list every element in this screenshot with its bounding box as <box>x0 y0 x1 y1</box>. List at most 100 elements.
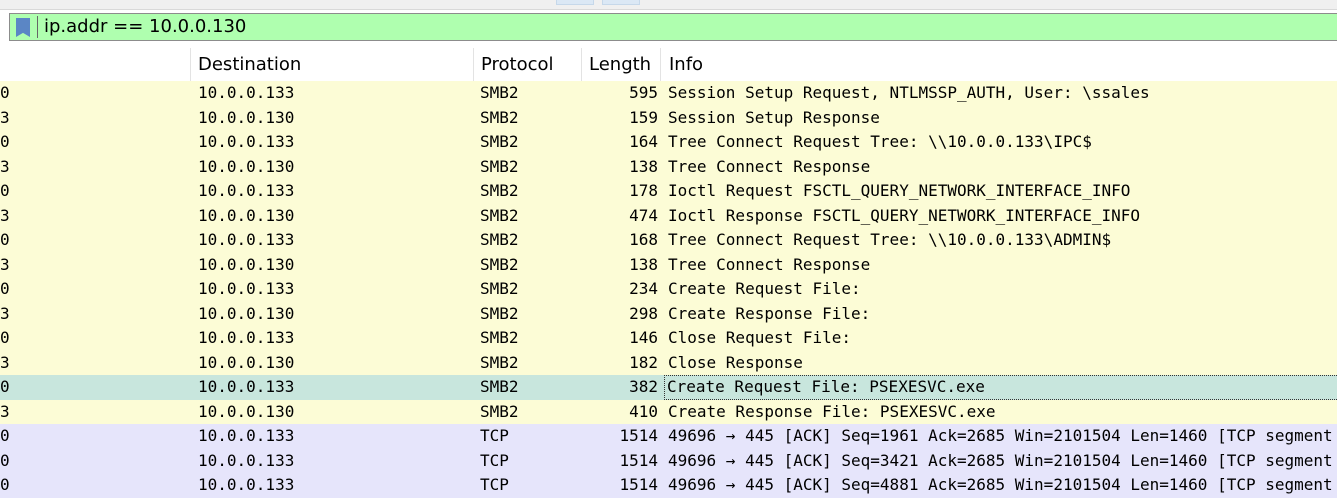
column-header-length[interactable]: Length <box>589 48 651 81</box>
source-cell: 0 <box>0 181 10 200</box>
source-cell: 0 <box>0 426 10 445</box>
source-cell: 0 <box>0 83 10 102</box>
source-cell: 0 <box>0 230 10 249</box>
length-cell: 1514 <box>619 426 658 445</box>
packet-list-header: Destination Protocol Length Info <box>0 48 1337 81</box>
destination-cell: 10.0.0.130 <box>198 352 295 372</box>
length-cell: 138 <box>629 156 658 176</box>
protocol-cell: SMB2 <box>480 230 519 249</box>
table-row[interactable]: 0 10.0.0.133 SMB2 595 Session Setup Request,… <box>0 81 1337 106</box>
protocol-cell: SMB2 <box>480 303 519 323</box>
length-cell: 146 <box>629 328 658 347</box>
info-cell: Close Request File: <box>668 328 852 347</box>
source-cell: 0 <box>0 377 10 396</box>
destination-cell: 10.0.0.133 <box>198 181 295 200</box>
protocol-cell: SMB2 <box>480 377 519 396</box>
destination-cell: 10.0.0.133 <box>198 328 295 347</box>
destination-cell: 10.0.0.130 <box>198 205 295 225</box>
table-row[interactable]: 3 10.0.0.130 SMB2 474 Ioctl Response FSCTL_Q… <box>0 203 1337 228</box>
column-divider[interactable] <box>190 48 191 81</box>
source-cell: 0 <box>0 328 10 347</box>
info-cell: Create Response File: <box>668 303 871 323</box>
source-cell: 0 <box>0 279 10 298</box>
protocol-cell: SMB2 <box>480 279 519 298</box>
toolbar-strip <box>0 0 1337 10</box>
destination-cell: 10.0.0.133 <box>198 230 295 249</box>
protocol-cell: TCP <box>480 450 509 470</box>
column-header-protocol[interactable]: Protocol <box>481 48 554 81</box>
length-cell: 382 <box>629 377 658 396</box>
table-row[interactable]: 3 10.0.0.130 SMB2 138 Tree Connect Response <box>0 252 1337 277</box>
destination-cell: 10.0.0.130 <box>198 156 295 176</box>
table-row[interactable]: 0 10.0.0.133 SMB2 146 Close Request File: <box>0 326 1337 351</box>
column-divider[interactable] <box>660 48 661 81</box>
info-cell: Ioctl Request FSCTL_QUERY_NETWORK_INTERF… <box>668 181 1131 200</box>
protocol-cell: SMB2 <box>480 205 519 225</box>
destination-cell: 10.0.0.130 <box>198 254 295 274</box>
source-cell: 3 <box>0 352 10 372</box>
protocol-cell: SMB2 <box>480 107 519 127</box>
table-row[interactable]: 0 10.0.0.133 TCP 1514 49696 → 445 [ACK] Seq=… <box>0 473 1337 498</box>
table-row[interactable]: 0 10.0.0.133 TCP 1514 49696 → 445 [ACK] Seq=… <box>0 448 1337 473</box>
info-cell: Create Request File: PSEXESVC.exe <box>664 375 1337 400</box>
table-row[interactable]: 0 10.0.0.133 SMB2 168 Tree Connect Request T… <box>0 228 1337 253</box>
bookmark-icon[interactable] <box>16 18 30 37</box>
info-cell: 49696 → 445 [ACK] Seq=3421 Ack=2685 Win=… <box>668 450 1337 470</box>
length-cell: 298 <box>629 303 658 323</box>
table-row[interactable]: 3 10.0.0.130 SMB2 138 Tree Connect Response <box>0 154 1337 179</box>
column-header-destination[interactable]: Destination <box>198 48 301 81</box>
info-cell: 49696 → 445 [ACK] Seq=1961 Ack=2685 Win=… <box>668 426 1337 445</box>
source-cell: 3 <box>0 303 10 323</box>
length-cell: 234 <box>629 279 658 298</box>
destination-cell: 10.0.0.133 <box>198 83 295 102</box>
protocol-cell: TCP <box>480 426 509 445</box>
table-row[interactable]: 0 10.0.0.133 SMB2 234 Create Request File: <box>0 277 1337 302</box>
length-cell: 138 <box>629 254 658 274</box>
length-cell: 159 <box>629 107 658 127</box>
column-divider[interactable] <box>473 48 474 81</box>
table-row[interactable]: 3 10.0.0.130 SMB2 298 Create Response File: <box>0 301 1337 326</box>
info-cell: Session Setup Request, NTLMSSP_AUTH, Use… <box>668 83 1150 102</box>
column-header-info[interactable]: Info <box>669 48 703 81</box>
table-row[interactable]: 3 10.0.0.130 SMB2 159 Session Setup Response <box>0 105 1337 130</box>
info-cell: Tree Connect Response <box>668 156 871 176</box>
source-cell: 3 <box>0 401 10 421</box>
destination-cell: 10.0.0.133 <box>198 475 295 494</box>
toolbar-button[interactable] <box>602 0 640 5</box>
destination-cell: 10.0.0.133 <box>198 377 295 396</box>
length-cell: 168 <box>629 230 658 249</box>
destination-cell: 10.0.0.133 <box>198 426 295 445</box>
length-cell: 410 <box>629 401 658 421</box>
source-cell: 3 <box>0 205 10 225</box>
source-cell: 0 <box>0 132 10 151</box>
protocol-cell: SMB2 <box>480 83 519 102</box>
info-cell: Create Request File: <box>668 279 861 298</box>
table-row[interactable]: 0 10.0.0.133 SMB2 164 Tree Connect Request T… <box>0 130 1337 155</box>
info-cell: Tree Connect Request Tree: \\10.0.0.133\… <box>668 230 1112 249</box>
destination-cell: 10.0.0.133 <box>198 132 295 151</box>
length-cell: 1514 <box>619 475 658 494</box>
info-cell: Session Setup Response <box>668 107 880 127</box>
info-cell: Create Response File: PSEXESVC.exe <box>668 401 996 421</box>
table-row-selected[interactable]: 0 10.0.0.133 SMB2 382 Create Request File: P… <box>0 375 1337 400</box>
table-row[interactable]: 3 10.0.0.130 SMB2 410 Create Response File: … <box>0 399 1337 424</box>
display-filter-bar[interactable]: ip.addr == 10.0.0.130 <box>9 13 1337 41</box>
source-cell: 3 <box>0 156 10 176</box>
table-row[interactable]: 0 10.0.0.133 SMB2 178 Ioctl Request FSCTL_QU… <box>0 179 1337 204</box>
destination-cell: 10.0.0.130 <box>198 107 295 127</box>
display-filter-input[interactable]: ip.addr == 10.0.0.130 <box>44 16 246 38</box>
protocol-cell: SMB2 <box>480 401 519 421</box>
protocol-cell: TCP <box>480 475 509 494</box>
column-divider[interactable] <box>581 48 582 81</box>
table-row[interactable]: 3 10.0.0.130 SMB2 182 Close Response <box>0 350 1337 375</box>
info-cell: Tree Connect Request Tree: \\10.0.0.133\… <box>668 132 1092 151</box>
filter-divider <box>37 16 38 38</box>
toolbar-button[interactable] <box>556 0 594 5</box>
source-cell: 3 <box>0 254 10 274</box>
source-cell: 0 <box>0 450 10 470</box>
protocol-cell: SMB2 <box>480 156 519 176</box>
info-cell: Close Response <box>668 352 803 372</box>
protocol-cell: SMB2 <box>480 254 519 274</box>
table-row[interactable]: 0 10.0.0.133 TCP 1514 49696 → 445 [ACK] Seq=… <box>0 424 1337 449</box>
length-cell: 178 <box>629 181 658 200</box>
